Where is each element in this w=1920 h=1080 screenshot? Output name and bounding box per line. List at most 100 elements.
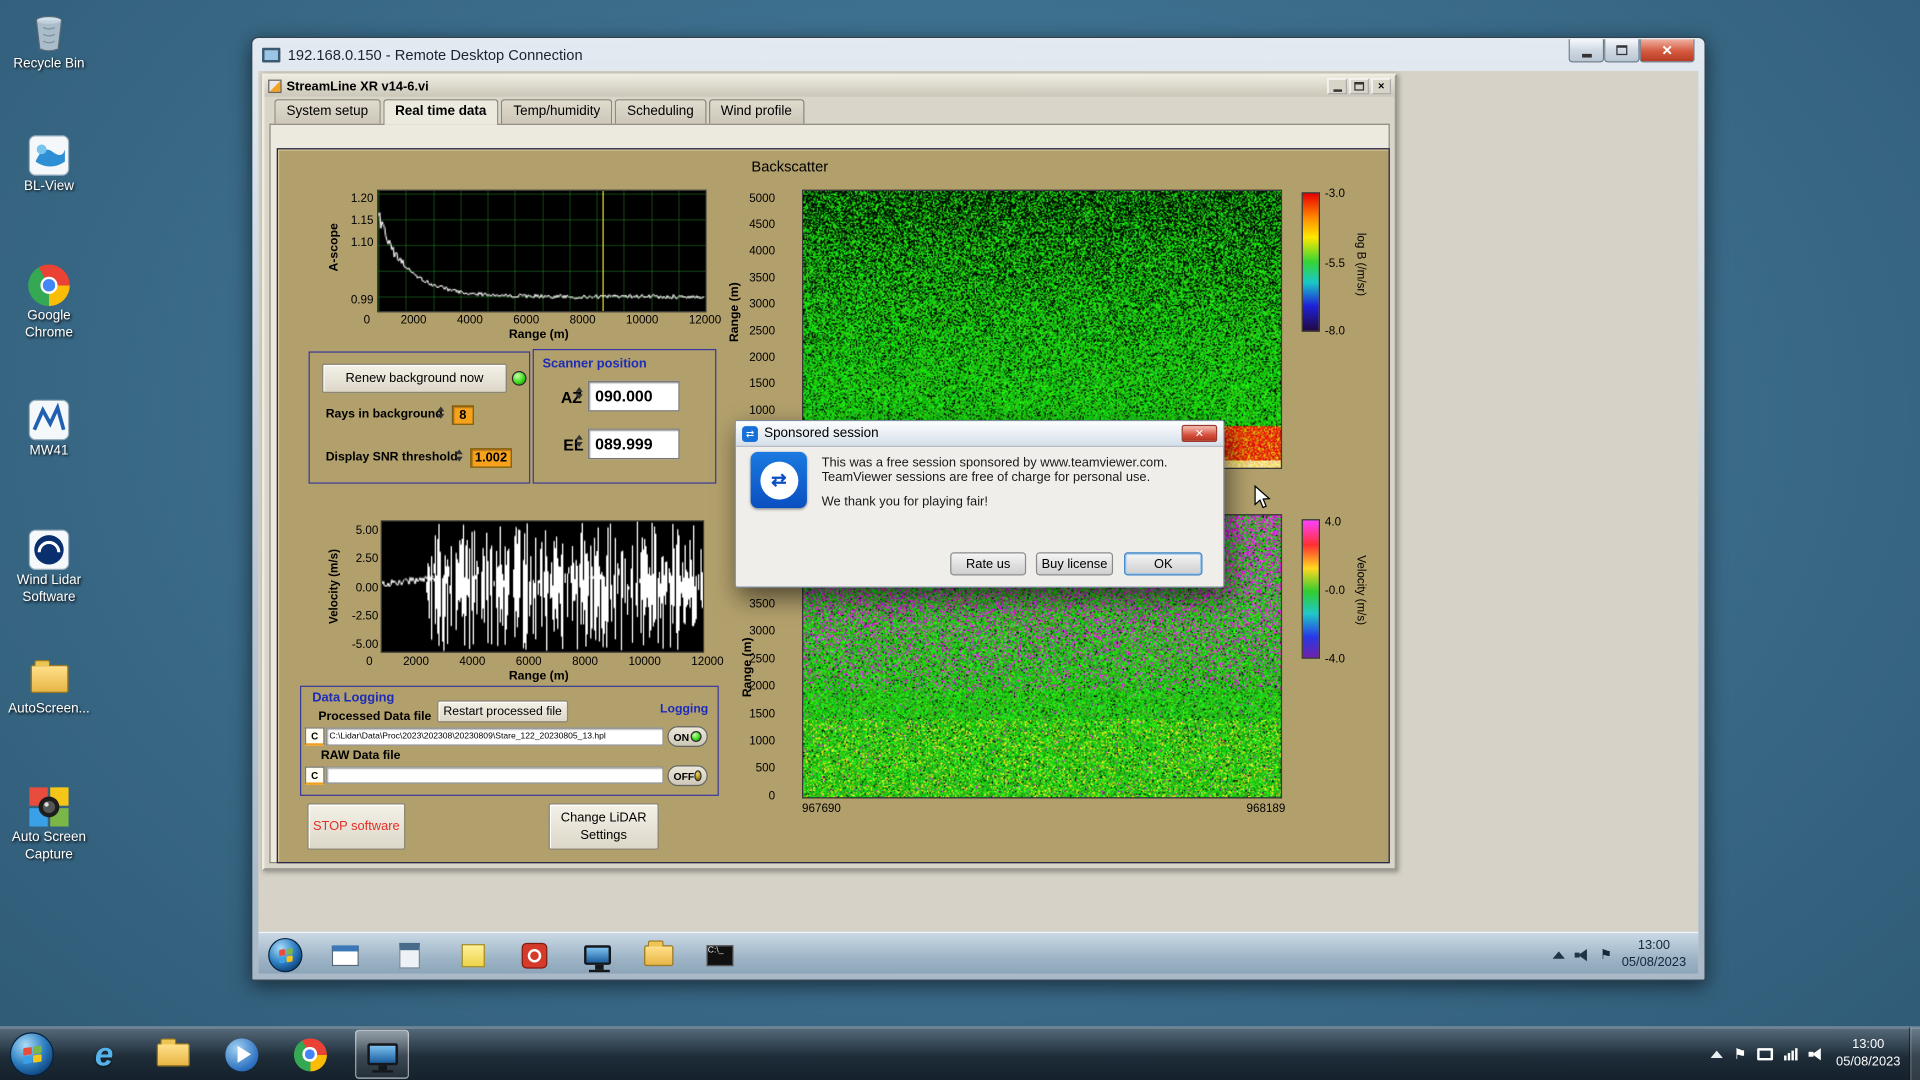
tab-real-time-data[interactable]: Real time data xyxy=(383,99,499,125)
az-spinner[interactable] xyxy=(576,387,583,399)
app-maximize-button[interactable] xyxy=(1349,78,1369,94)
display-tray-icon[interactable] xyxy=(1758,1048,1774,1060)
rdp-window-title: 192.168.0.150 - Remote Desktop Connectio… xyxy=(288,46,583,63)
ascope-x-axis-label: Range (m) xyxy=(459,328,618,341)
remote-quicklaunch-folder[interactable] xyxy=(643,939,675,971)
app-title-text: StreamLine XR v14-6.vi xyxy=(287,79,429,94)
internet-explorer-icon: e xyxy=(95,1038,113,1071)
tab-wind-profile[interactable]: Wind profile xyxy=(708,99,804,123)
tray-expand-icon[interactable] xyxy=(1710,1050,1722,1057)
taskbar-chrome-button[interactable] xyxy=(291,1036,328,1073)
volume-icon[interactable] xyxy=(1809,1046,1825,1061)
taskbar-rdp-button-active[interactable] xyxy=(355,1030,409,1079)
raw-logging-toggle[interactable]: OFF xyxy=(667,765,707,786)
raw-drive-chip[interactable]: C xyxy=(305,767,325,785)
tick: 4000 xyxy=(457,313,483,326)
tick: 1.20 xyxy=(351,192,374,205)
stop-software-button[interactable]: STOP software xyxy=(307,803,405,850)
renew-background-button[interactable]: Renew background now xyxy=(322,364,507,393)
tick: 2500 xyxy=(749,653,775,666)
rays-in-background-field[interactable]: 8 xyxy=(452,405,474,425)
tab-scheduling[interactable]: Scheduling xyxy=(615,99,706,123)
processed-path-field[interactable]: C:\Lidar\Data\Proc\2023\202308\20230809\… xyxy=(326,727,664,745)
rdp-close-button[interactable]: ✕ xyxy=(1640,39,1695,62)
remote-quicklaunch-computer[interactable] xyxy=(582,939,614,971)
remote-quicklaunch-cmd[interactable]: C:\_ xyxy=(704,939,736,971)
tick: 10000 xyxy=(626,313,658,326)
restart-processed-file-button[interactable]: Restart processed file xyxy=(437,700,568,722)
dialog-close-button[interactable]: ✕ xyxy=(1182,425,1218,442)
tick: 12000 xyxy=(689,313,721,326)
recycle-bin-icon xyxy=(2,10,95,57)
taskbar-media-player-button[interactable] xyxy=(223,1036,260,1073)
tick: 500 xyxy=(756,762,775,775)
autoscreen-folder-icon xyxy=(2,655,95,702)
remote-start-button[interactable] xyxy=(268,938,302,972)
change-lidar-settings-button[interactable]: Change LiDAR Settings xyxy=(549,803,659,850)
desktop-icon-google-chrome[interactable]: Google Chrome xyxy=(2,262,95,342)
remote-quicklaunch-window-app[interactable] xyxy=(329,939,361,971)
maximize-icon xyxy=(1616,45,1627,55)
processed-drive-chip[interactable]: C xyxy=(305,727,325,745)
chrome-icon xyxy=(293,1038,326,1071)
app-minimize-button[interactable] xyxy=(1327,78,1347,94)
app-close-button[interactable]: × xyxy=(1371,78,1391,94)
off-label: OFF xyxy=(673,770,694,782)
taskbar-ie-button[interactable]: e xyxy=(86,1036,123,1073)
tab-system-setup[interactable]: System setup xyxy=(274,99,380,123)
remote-volume-icon[interactable] xyxy=(1574,947,1590,962)
tick: -5.00 xyxy=(352,638,379,651)
desktop-icon-wind-lidar[interactable]: Wind Lidar Software xyxy=(2,527,95,607)
snr-spinner[interactable] xyxy=(456,449,463,461)
tick: 0 xyxy=(366,655,372,668)
action-center-flag-icon[interactable]: ⚑ xyxy=(1733,1045,1746,1062)
processed-data-file-label: Processed Data file xyxy=(318,710,431,723)
tick: 8000 xyxy=(572,655,598,668)
start-button[interactable] xyxy=(10,1032,54,1076)
scanner-position-title: Scanner position xyxy=(542,356,646,371)
tick: 1000 xyxy=(749,404,775,417)
rdp-maximize-button[interactable] xyxy=(1604,39,1640,62)
show-desktop-button[interactable] xyxy=(1909,1027,1920,1080)
remote-clock[interactable]: 13:00 05/08/2023 xyxy=(1622,938,1686,971)
processed-logging-toggle[interactable]: ON xyxy=(667,726,707,747)
tick: 12000 xyxy=(691,655,723,668)
dialog-text-line3: We thank you for playing fair! xyxy=(822,495,988,510)
el-field[interactable]: 089.999 xyxy=(588,429,680,460)
snr-threshold-field[interactable]: 1.002 xyxy=(470,448,512,468)
mw41-icon xyxy=(2,397,95,444)
desktop-icon-recycle-bin[interactable]: Recycle Bin xyxy=(2,10,95,73)
velmap-colorbar xyxy=(1302,519,1320,659)
remote-tray-expand-icon[interactable] xyxy=(1552,951,1564,958)
desktop-icon-autoscreen[interactable]: AutoScreen... xyxy=(2,655,95,718)
tick: 6000 xyxy=(516,655,542,668)
desktop-icon-auto-screen-capture[interactable]: Auto Screen Capture xyxy=(2,784,95,864)
dialog-titlebar[interactable]: ⇄ Sponsored session ✕ xyxy=(736,421,1223,447)
buy-license-button[interactable]: Buy license xyxy=(1036,552,1113,575)
desktop-icon-mw41[interactable]: MW41 xyxy=(2,397,95,460)
ok-button[interactable]: OK xyxy=(1124,552,1202,575)
rate-us-button[interactable]: Rate us xyxy=(950,552,1026,575)
velmap-cb-tick: -4.0 xyxy=(1325,653,1345,666)
rays-spinner[interactable] xyxy=(437,407,444,419)
taskbar-explorer-button[interactable] xyxy=(154,1036,191,1073)
remote-flag-icon[interactable]: ⚑ xyxy=(1600,947,1612,963)
tick: 1500 xyxy=(749,377,775,390)
az-field[interactable]: 090.000 xyxy=(588,381,680,412)
rdp-minimize-button[interactable] xyxy=(1569,39,1605,62)
remote-quicklaunch-calculator[interactable] xyxy=(393,939,425,971)
folder-icon xyxy=(644,945,673,966)
streamline-titlebar[interactable]: StreamLine XR v14-6.vi × xyxy=(264,76,1394,97)
tab-temp-humidity[interactable]: Temp/humidity xyxy=(501,99,612,123)
velmap-cb-tick: 4.0 xyxy=(1325,516,1341,529)
raw-path-field[interactable] xyxy=(326,767,664,784)
dialog-title: Sponsored session xyxy=(764,426,879,441)
rdp-titlebar[interactable]: 192.168.0.150 - Remote Desktop Connectio… xyxy=(262,38,583,71)
remote-quicklaunch-power-app[interactable] xyxy=(518,939,550,971)
remote-quicklaunch-notes[interactable] xyxy=(457,939,489,971)
desktop-icon-bl-view[interactable]: BL-View xyxy=(2,132,95,195)
taskbar-clock[interactable]: 13:00 05/08/2023 xyxy=(1836,1037,1900,1070)
command-prompt-icon: C:\_ xyxy=(707,945,734,966)
network-icon[interactable] xyxy=(1785,1048,1798,1060)
el-spinner[interactable] xyxy=(576,435,583,447)
